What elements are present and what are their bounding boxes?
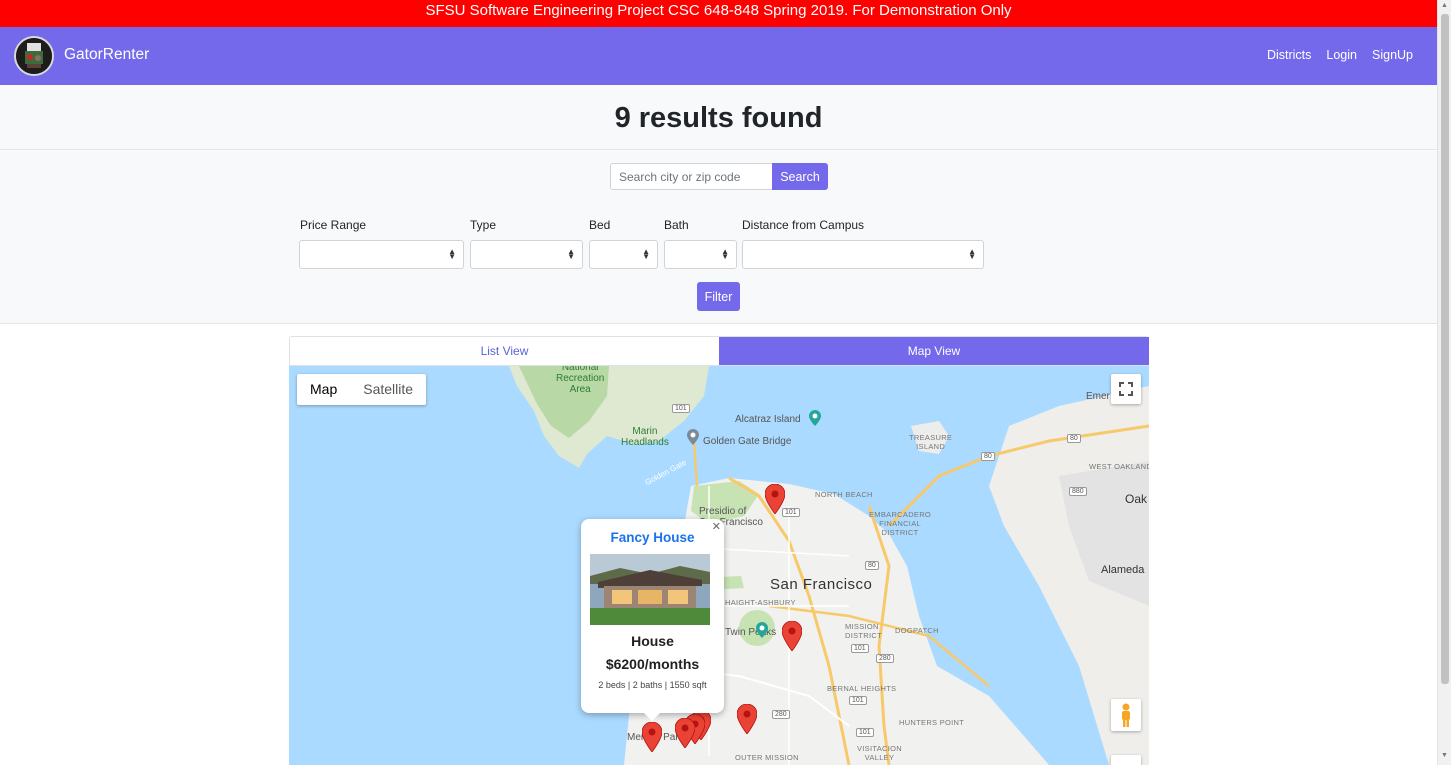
results-count-title: 9 results found (614, 102, 823, 134)
gator-logo-icon[interactable] (14, 36, 54, 76)
tab-map-view[interactable]: Map View (719, 337, 1149, 365)
brand-name[interactable]: GatorRenter (64, 46, 149, 64)
map-label-recreation: National Recreation Area (556, 366, 605, 395)
bridge-poi-icon[interactable] (687, 429, 699, 445)
map-label-emeryville: Emer (1086, 391, 1110, 402)
type-select[interactable]: ▲ ▼ (470, 240, 583, 269)
highway-shield-icon: 880 (1069, 487, 1087, 496)
demo-banner: SFSU Software Engineering Project CSC 64… (0, 0, 1437, 27)
map-label-north-beach: NORTH BEACH (815, 490, 873, 499)
highway-shield-icon: 80 (1067, 434, 1081, 443)
nav-link-login[interactable]: Login (1326, 48, 1357, 62)
map-label-visitacion: VISITACION VALLEY (857, 744, 902, 762)
page-scrollbar[interactable]: ▲ ▼ (1437, 0, 1451, 765)
map-label-oakland: Oak (1125, 492, 1148, 506)
results-header: 9 results found (0, 85, 1437, 150)
listing-pin-icon[interactable] (782, 621, 802, 651)
highway-shield-icon: 101 (849, 696, 867, 705)
tab-list-view[interactable]: List View (290, 337, 719, 365)
distance-select[interactable]: ▲ ▼ (742, 240, 984, 269)
navbar: GatorRenter Districts Login SignUp (0, 27, 1437, 85)
highway-shield-icon: 280 (876, 654, 894, 663)
highway-shield-icon: 80 (865, 561, 879, 570)
select-arrows-icon: ▲ ▼ (968, 247, 976, 261)
listing-price: $6200/months (605, 656, 700, 672)
map-label-dogpatch: DOGPATCH (895, 626, 939, 635)
search-button[interactable]: Search (772, 163, 828, 190)
listing-pin-icon[interactable] (642, 722, 662, 752)
map-label-treasure-island: TREASURE ISLAND (909, 433, 953, 451)
listing-title-link[interactable]: Fancy House (581, 530, 724, 545)
highway-shield-icon: 101 (856, 728, 874, 737)
highway-shield-icon: 80 (981, 452, 995, 461)
street-view-button[interactable] (1111, 699, 1141, 731)
pegman-icon (1122, 703, 1130, 727)
map-label-outer-mission: OUTER MISSION (735, 753, 799, 762)
bath-label: Bath (664, 218, 689, 232)
highway-shield-icon: 101 (672, 404, 690, 413)
price-range-select[interactable]: ▲ ▼ (299, 240, 464, 269)
fullscreen-icon (1119, 382, 1133, 396)
bed-select[interactable]: ▲ ▼ (589, 240, 658, 269)
price-range-label: Price Range (300, 218, 367, 232)
map-label-mission: MISSION DISTRICT (845, 622, 882, 640)
map-label-hunters: HUNTERS POINT (899, 718, 965, 727)
listing-type: House (631, 633, 674, 649)
scroll-up-arrow-icon[interactable]: ▲ (1441, 2, 1448, 9)
bath-select[interactable]: ▲ ▼ (664, 240, 737, 269)
distance-label: Distance from Campus (742, 218, 865, 232)
nav-link-signup[interactable]: SignUp (1372, 48, 1413, 62)
select-arrows-icon: ▲ ▼ (721, 247, 729, 261)
nav-link-districts[interactable]: Districts (1267, 48, 1311, 62)
highway-shield-icon: 101 (851, 644, 869, 653)
fullscreen-button[interactable] (1111, 374, 1141, 404)
view-tabs: List View Map View (289, 336, 1149, 366)
map-type-satellite-button[interactable]: Satellite (350, 374, 426, 405)
map-label-haight: HAIGHT-ASHBURY (725, 598, 796, 607)
listing-details: 2 beds | 2 baths | 1550 sqft (598, 680, 707, 690)
filter-button[interactable]: Filter (697, 282, 740, 311)
type-label: Type (470, 218, 497, 232)
select-arrows-icon: ▲ ▼ (448, 247, 456, 261)
map-label-marin: Marin Headlands (621, 426, 669, 448)
map-label-alameda: Alameda (1101, 564, 1145, 576)
map-label-embarcadero: EMBARCADERO FINANCIAL DISTRICT (869, 510, 932, 537)
map-canvas[interactable]: National Recreation Area Marin Headlands… (289, 366, 1149, 765)
bed-label: Bed (589, 218, 611, 232)
select-arrows-icon: ▲ ▼ (642, 247, 650, 261)
listing-photo[interactable] (590, 554, 710, 625)
search-input[interactable] (610, 163, 773, 190)
twin-peaks-poi-icon[interactable] (756, 622, 768, 638)
scrollbar-thumb[interactable] (1441, 14, 1449, 684)
map-label-alcatraz: Alcatraz Island (735, 414, 801, 425)
map-type-control: Map Satellite (297, 374, 427, 405)
nav-links: Districts Login SignUp (1252, 48, 1413, 62)
listing-pin-icon[interactable] (737, 704, 757, 734)
map-type-map-button[interactable]: Map (297, 374, 350, 405)
zoom-in-button[interactable] (1111, 755, 1141, 765)
listing-pin-icon[interactable] (675, 718, 695, 748)
listing-infowindow: ✕ Fancy House House $6200/months 2 beds … (581, 519, 724, 721)
map-label-san-francisco: San Francisco (770, 576, 873, 593)
highway-shield-icon: 280 (772, 710, 790, 719)
filter-panel: Search Price Range Type Bed Bath Distanc… (0, 151, 1437, 324)
scroll-down-arrow-icon[interactable]: ▼ (1441, 752, 1448, 759)
map-label-bernal: BERNAL HEIGHTS (827, 684, 897, 693)
select-arrows-icon: ▲ ▼ (567, 247, 575, 261)
alcatraz-poi-icon[interactable] (809, 410, 821, 426)
map-label-golden-gate-bridge: Golden Gate Bridge (703, 436, 792, 447)
listing-pin-icon[interactable] (765, 484, 785, 514)
map-label-west-oakland: WEST OAKLAND (1089, 462, 1149, 471)
map-label-peaks: Twin Peaks (725, 627, 777, 638)
